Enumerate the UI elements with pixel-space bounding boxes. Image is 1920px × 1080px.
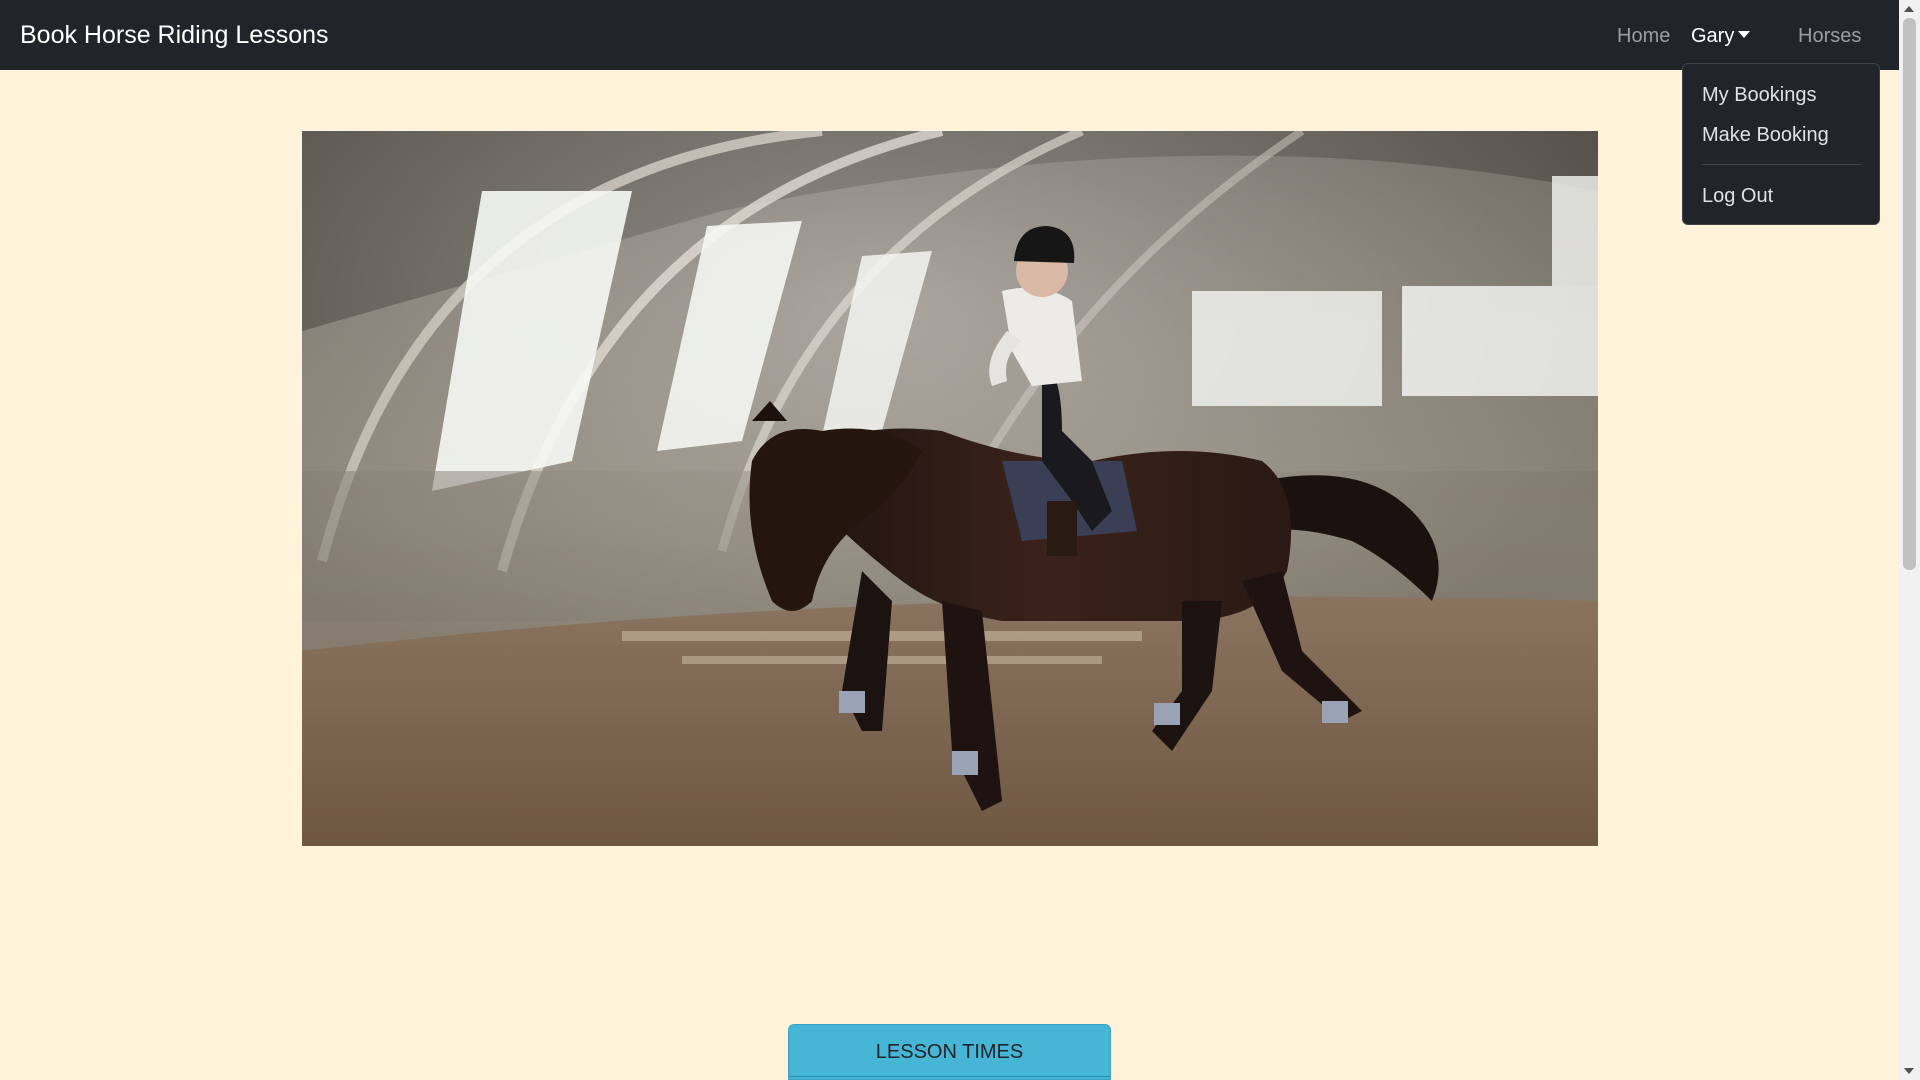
hero-image <box>302 131 1598 846</box>
caret-down-icon <box>1738 31 1751 39</box>
brand-link[interactable]: Book Horse Riding Lessons <box>20 19 329 51</box>
horse-riding-photo <box>302 131 1598 846</box>
button-bottom-border <box>789 1076 1110 1077</box>
menu-item-make-booking[interactable]: Make Booking <box>1702 122 1829 148</box>
nav-horses-link[interactable]: Horses <box>1798 23 1861 49</box>
lesson-times-button[interactable]: LESSON TIMES <box>788 1024 1111 1080</box>
menu-item-my-bookings[interactable]: My Bookings <box>1702 82 1817 108</box>
menu-item-log-out[interactable]: Log Out <box>1702 183 1773 209</box>
scrollbar-thumb[interactable] <box>1903 18 1916 570</box>
page-scrollbar[interactable] <box>1899 0 1920 1080</box>
nav-home-link[interactable]: Home <box>1617 23 1670 49</box>
scroll-down-arrow-icon[interactable] <box>1904 1068 1914 1074</box>
user-dropdown-toggle[interactable]: Gary <box>1691 23 1751 49</box>
top-navbar: Book Horse Riding Lessons Home Gary Hors… <box>0 0 1899 70</box>
lesson-times-label: LESSON TIMES <box>875 1041 1024 1063</box>
user-dropdown-menu: My Bookings Make Booking Log Out <box>1682 63 1880 225</box>
user-name-label: Gary <box>1691 25 1735 47</box>
scroll-up-arrow-icon[interactable] <box>1904 6 1914 12</box>
menu-divider <box>1702 164 1862 165</box>
